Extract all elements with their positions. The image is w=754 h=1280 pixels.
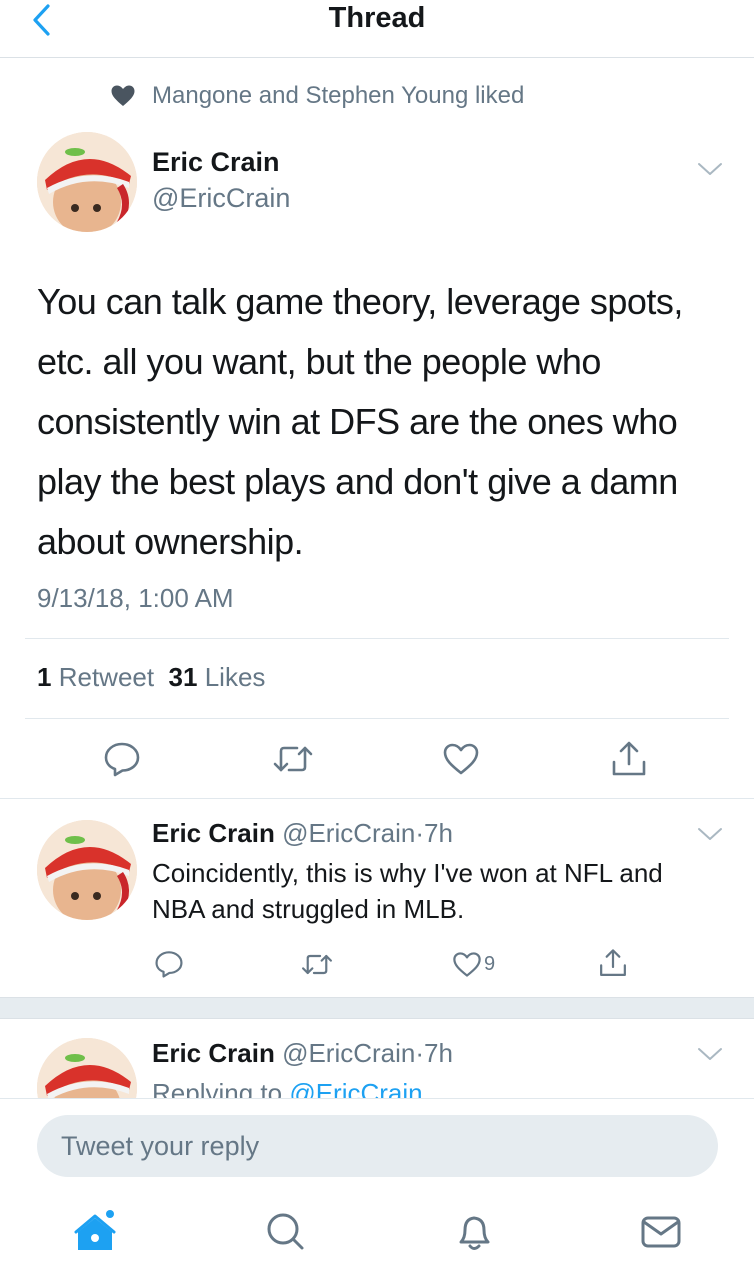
- tweet-timestamp: 9/13/18, 1:00 AM: [37, 583, 234, 613]
- page-title: Thread: [328, 2, 426, 34]
- divider: [25, 638, 729, 639]
- avatar-image: [37, 820, 137, 920]
- dot-separator: ·: [415, 1038, 425, 1068]
- avatar[interactable]: [37, 1038, 137, 1098]
- reply-time: 7h: [424, 818, 453, 848]
- chevron-down-icon[interactable]: [697, 826, 723, 842]
- messages-icon: [641, 1216, 681, 1248]
- share-button[interactable]: [598, 948, 628, 978]
- retweet-label[interactable]: Retweet: [59, 662, 154, 692]
- like-button[interactable]: [452, 951, 482, 978]
- tweet-text: You can talk game theory, leverage spots…: [37, 281, 683, 562]
- chevron-down-icon[interactable]: [697, 161, 723, 177]
- divider: [25, 718, 729, 719]
- tab-notifications[interactable]: [453, 1210, 497, 1259]
- replying-to: Replying to @EricCrain: [152, 1078, 423, 1098]
- retweet-icon: [302, 954, 332, 975]
- tab-search[interactable]: [264, 1210, 308, 1259]
- share-icon: [600, 949, 626, 976]
- share-button[interactable]: [610, 740, 648, 778]
- avatar[interactable]: [37, 132, 137, 232]
- reply-button[interactable]: [103, 741, 141, 777]
- home-icon: [74, 1210, 116, 1250]
- share-icon: [612, 741, 646, 776]
- social-context: Mangone and Stephen Young liked: [110, 80, 524, 112]
- search-icon: [267, 1213, 304, 1250]
- reply-button[interactable]: [154, 950, 184, 978]
- divider: [0, 798, 754, 799]
- author-name[interactable]: Eric Crain: [152, 147, 280, 178]
- social-context-text: Mangone and Stephen Young liked: [152, 82, 525, 109]
- chevron-down-icon[interactable]: [697, 1046, 723, 1062]
- like-count[interactable]: 31: [169, 662, 198, 692]
- like-label[interactable]: Likes: [205, 662, 266, 692]
- reply-icon: [155, 951, 183, 978]
- retweet-button[interactable]: [271, 742, 315, 776]
- retweet-icon: [273, 746, 313, 772]
- thread-gap: [0, 997, 754, 1019]
- author-name[interactable]: Eric Crain: [152, 818, 275, 848]
- reply-header: Eric Crain @EricCrain·7h: [152, 818, 453, 849]
- reply-time: 7h: [424, 1038, 453, 1068]
- author-handle[interactable]: @EricCrain: [152, 183, 290, 214]
- avatar[interactable]: [37, 820, 137, 920]
- retweet-count[interactable]: 1: [37, 662, 51, 692]
- reply-input[interactable]: [37, 1115, 718, 1177]
- author-handle[interactable]: @EricCrain: [282, 818, 415, 848]
- reply-2-container: Eric Crain @EricCrain·7h Replying to @Er…: [0, 1020, 754, 1098]
- reply-text: Coincidently, this is why I've won at NF…: [152, 858, 663, 924]
- replying-prefix: Replying to: [152, 1078, 283, 1098]
- tab-messages[interactable]: [640, 1210, 684, 1259]
- avatar-image: [37, 132, 137, 232]
- notifications-icon: [459, 1216, 490, 1250]
- reply-header: Eric Crain @EricCrain·7h: [152, 1038, 453, 1069]
- header-bar: Thread: [0, 0, 754, 58]
- avatar-image: [37, 1038, 137, 1098]
- replying-handle-link[interactable]: @EricCrain: [289, 1078, 422, 1098]
- reply-icon: [104, 742, 140, 777]
- author-handle[interactable]: @EricCrain: [282, 1038, 415, 1068]
- tweet-stats: 1 Retweet 31 Likes: [37, 662, 265, 693]
- like-icon: [443, 743, 479, 775]
- tab-home[interactable]: [74, 1210, 118, 1259]
- retweet-button[interactable]: [300, 951, 334, 978]
- like-button[interactable]: [442, 742, 480, 776]
- dot-separator: ·: [415, 818, 425, 848]
- like-count: 9: [484, 953, 496, 975]
- heart-icon: [111, 85, 135, 106]
- like-icon: [453, 952, 481, 977]
- author-name[interactable]: Eric Crain: [152, 1038, 275, 1068]
